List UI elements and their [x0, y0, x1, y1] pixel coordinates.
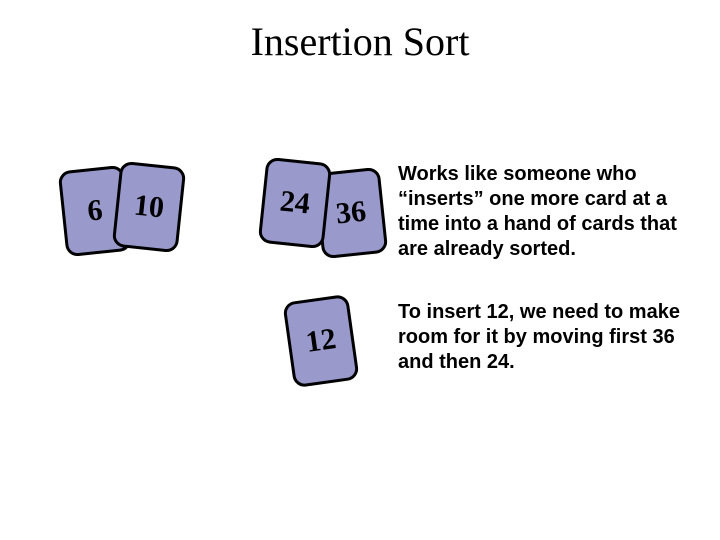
- page-title: Insertion Sort: [0, 18, 720, 65]
- slide: Insertion Sort 6 10 24 36 12 Works like …: [0, 0, 720, 540]
- card-24: 24: [258, 157, 333, 249]
- card-10: 10: [112, 161, 187, 253]
- card-12: 12: [282, 294, 359, 388]
- description-paragraph-2: To insert 12, we need to make room for i…: [398, 300, 698, 375]
- description-paragraph-1: Works like someone who “inserts” one mor…: [398, 162, 698, 262]
